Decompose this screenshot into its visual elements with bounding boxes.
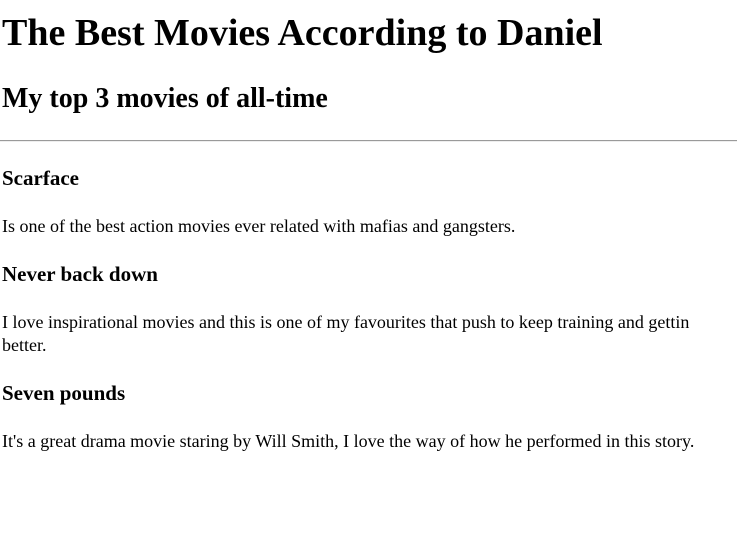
movie-description-never-back-down: I love inspirational movies and this is … xyxy=(2,312,690,355)
movie-title-never-back-down: Never back down xyxy=(2,262,158,286)
movie-title-scarface: Scarface xyxy=(2,166,79,190)
movie-description-scarface: Is one of the best action movies ever re… xyxy=(2,216,516,236)
horizontal-divider xyxy=(0,140,737,142)
page-title: The Best Movies According to Daniel xyxy=(2,12,603,54)
movie-description-seven-pounds: It's a great drama movie staring by Will… xyxy=(2,431,695,451)
page-subtitle: My top 3 movies of all-time xyxy=(2,83,328,114)
movie-list: Scarface Is one of the best action movie… xyxy=(2,166,735,453)
movie-title-seven-pounds: Seven pounds xyxy=(2,381,126,405)
